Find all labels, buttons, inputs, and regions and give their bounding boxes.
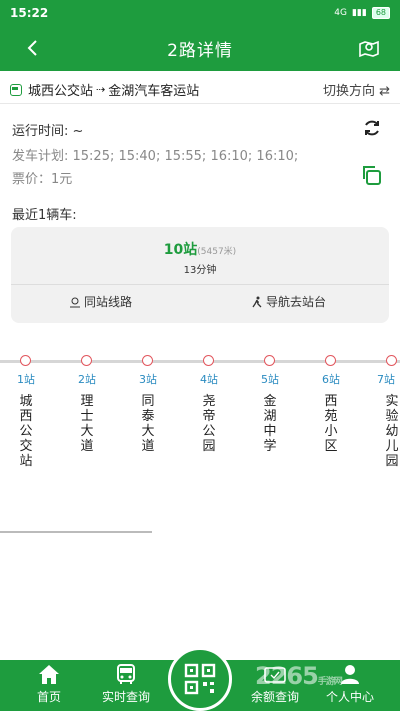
stop-number[interactable]: 5站 [250, 371, 290, 387]
back-icon[interactable] [22, 37, 44, 59]
route-line [0, 360, 400, 363]
route-icon [70, 297, 80, 307]
watermark-sub: 手游网 [317, 677, 343, 687]
watermark-text: 2265 [255, 662, 319, 690]
stop-marker [386, 355, 397, 366]
tab-realtime-label: 实时查询 [101, 690, 150, 704]
stop-marker [142, 355, 153, 366]
bus-distance: 10站(5457米) [11, 239, 389, 259]
stop-name[interactable]: 同泰大道 [140, 394, 156, 454]
route-direction-row: 城西公交站 ⇢ 金湖汽车客运站 切换方向 ⇄ [0, 76, 400, 104]
battery-icon: 68 [371, 6, 390, 19]
stop-number[interactable]: 6站 [311, 371, 351, 387]
status-icons: 4G ▮▮▮ 68 [334, 6, 390, 19]
scan-qr-button[interactable] [168, 647, 232, 711]
stop-name[interactable]: 理士大道 [79, 394, 95, 454]
stop-name[interactable]: 城西公交站 [18, 394, 34, 469]
bus-meters: (5457米) [197, 247, 237, 257]
user-icon [341, 665, 359, 684]
qr-code-icon [184, 663, 216, 695]
tab-balance-label: 余额查询 [250, 690, 299, 704]
walk-icon [252, 296, 262, 307]
stop-number[interactable]: 4站 [189, 371, 229, 387]
app-bar: 2路详情 [0, 25, 400, 71]
stop-marker [264, 355, 275, 366]
stop-name[interactable]: 实验幼儿园 [384, 394, 400, 469]
tab-realtime[interactable]: 实时查询 [94, 660, 158, 711]
status-bar: 15:22 4G ▮▮▮ 68 [0, 0, 400, 25]
signal-icon: ▮▮▮ [351, 7, 367, 18]
stop-marker [20, 355, 31, 366]
page-title: 2路详情 [167, 40, 233, 61]
route-to: 金湖汽车客运站 [108, 84, 200, 99]
run-time: 运行时间: ~ [12, 124, 84, 139]
bus-eta: 13分钟 [183, 265, 217, 276]
watermark: 2265手游网 [255, 662, 343, 690]
stop-name[interactable]: 尧帝公园 [201, 394, 217, 454]
tab-home[interactable]: 首页 [24, 660, 74, 711]
fare: 票价：1元 [12, 172, 73, 187]
same-station-lines-label: 同站线路 [84, 295, 133, 309]
home-icon [39, 665, 59, 684]
route-arrow: ⇢ [96, 83, 106, 96]
copy-icon[interactable] [360, 164, 382, 186]
bus-stations-away: 10站 [163, 242, 198, 258]
stop-number[interactable]: 7站 [366, 371, 400, 387]
stop-name[interactable]: 金湖中学 [262, 394, 278, 454]
stop-marker [325, 355, 336, 366]
stop-number[interactable]: 1站 [6, 371, 46, 387]
route-from: 城西公交站 [28, 84, 94, 99]
stop-number[interactable]: 2站 [67, 371, 107, 387]
navigate-to-stop-button[interactable]: 导航去站台 [251, 293, 326, 310]
stop-name[interactable]: 西苑小区 [323, 394, 339, 454]
recent-bus-card: 10站(5457米) 13分钟 同站线路 导航去站台 [11, 227, 389, 323]
stop-marker [81, 355, 92, 366]
schedule: 发车计划: 15:25; 15:40; 15:55; 16:10; 16:10; [12, 149, 299, 164]
bus-icon [117, 664, 135, 684]
stop-number[interactable]: 3站 [128, 371, 168, 387]
tab-home-label: 首页 [36, 690, 61, 704]
recent-bus-label: 最近1辆车: [12, 208, 77, 223]
map-location-icon[interactable] [358, 37, 380, 59]
card-divider [11, 284, 389, 285]
switch-direction-button[interactable]: 切换方向 ⇄ [323, 80, 390, 99]
status-time: 15:22 [10, 5, 49, 20]
bus-icon [10, 83, 22, 96]
horizontal-scrollbar[interactable] [0, 531, 152, 533]
same-station-lines-button[interactable]: 同站线路 [69, 293, 132, 310]
refresh-icon[interactable] [362, 118, 382, 138]
navigate-to-stop-label: 导航去站台 [266, 295, 327, 309]
stop-marker [203, 355, 214, 366]
tab-profile-label: 个人中心 [325, 690, 374, 704]
network-label: 4G [334, 7, 347, 18]
